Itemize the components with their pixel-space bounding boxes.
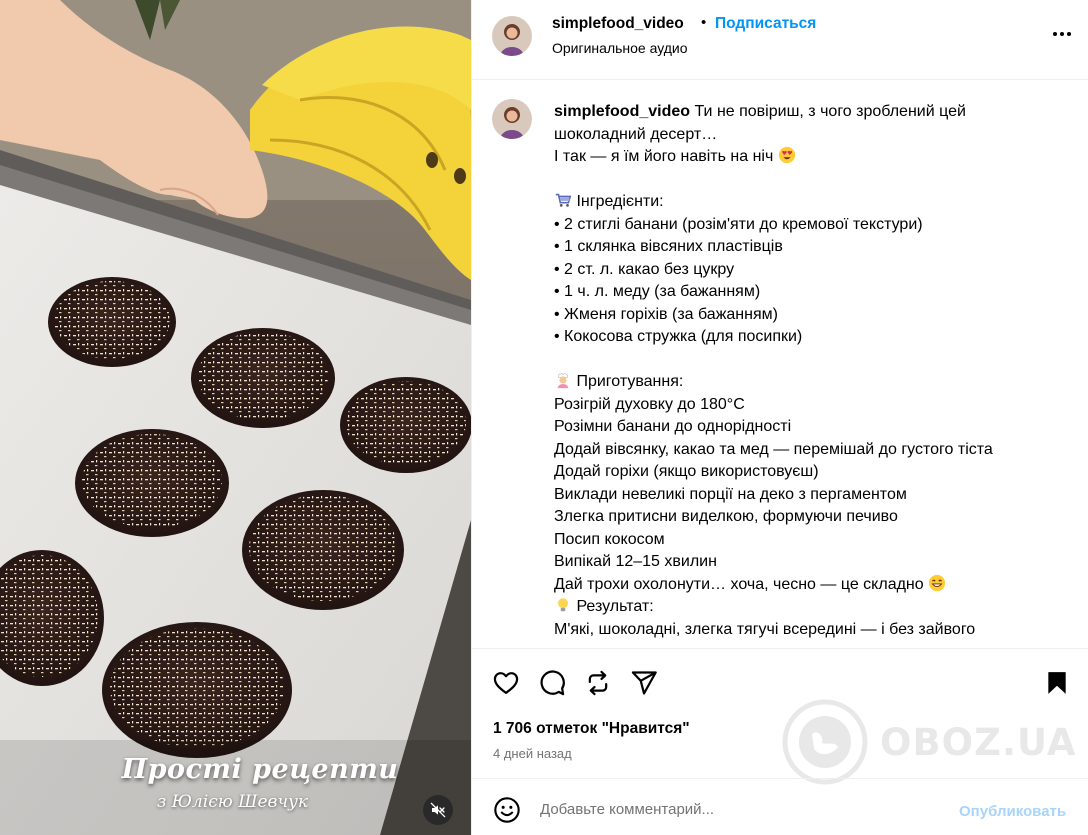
emoji-button[interactable] (493, 796, 521, 824)
post-header: simplefood_video • Подписаться Оригиналь… (472, 0, 1088, 80)
more-options-button[interactable] (1047, 22, 1077, 46)
caption-line: • Кокосова стружка (для посипки) (554, 328, 803, 345)
caption-line: simplefood_video Ти не повіриш, з чого з… (554, 103, 966, 120)
caption-line: Злегка притисни виделкою, формуючи печив… (554, 508, 898, 525)
separator-dot: • (701, 14, 707, 31)
comment-input[interactable] (540, 797, 940, 821)
caption-area: simplefood_video Ти не повіриш, з чого з… (472, 81, 1088, 648)
caption-line: шоколадний десерт… (554, 125, 718, 143)
reel-video[interactable]: Прості рецепти з Юлією Шевчук (0, 0, 471, 835)
caption-line: • 1 склянка вівсяних пластівців (554, 238, 783, 255)
caption-line: Розімни банани до однорідності (554, 418, 792, 435)
video-overlay-title: Прості рецепти (121, 754, 399, 785)
cookie-1 (48, 277, 176, 367)
caption-line: Випікай 12–15 хвилин (554, 553, 717, 570)
caption-line: Виклади невеликі порції на деко з пергам… (554, 485, 907, 503)
shopping-cart-icon (555, 193, 572, 207)
post-actions: 1 706 отметок "Нравится" 4 дней назад OB… (472, 648, 1088, 785)
video-frame (0, 0, 471, 835)
caption-line: Додай горіхи (якщо використовуєш) (554, 463, 819, 480)
bookmark-icon (1048, 672, 1066, 694)
caption-line: Додай вівсянку, какао та мед — перемішай… (554, 440, 993, 458)
caption-line: І так — я їм його навіть на ніч (554, 146, 1074, 169)
grinning-emoji-icon (929, 574, 946, 591)
caption-username[interactable]: simplefood_video (554, 103, 690, 120)
post-side-panel: simplefood_video • Подписаться Оригиналь… (471, 0, 1088, 835)
comment-bar: Опубликовать (472, 778, 1088, 835)
like-button[interactable] (490, 667, 522, 699)
caption-line: Розігрій духовку до 180°C (554, 395, 745, 413)
more-icon (1053, 32, 1057, 36)
follow-button[interactable]: Подписаться (715, 15, 816, 33)
caption-line: • 2 стиглі банани (розім'яти до кремової… (554, 215, 923, 233)
oboz-watermark: OBOZ.UA (782, 699, 1077, 785)
caption-text: simplefood_video Ти не повіриш, з чого з… (554, 101, 1074, 641)
globe-logo-icon (782, 699, 868, 785)
save-button[interactable] (1041, 667, 1073, 699)
post-username[interactable]: simplefood_video (552, 15, 684, 33)
caption-line (554, 169, 1074, 192)
comment-button[interactable] (536, 667, 568, 699)
oboz-watermark-text: OBOZ.UA (880, 720, 1077, 764)
caption-avatar[interactable] (492, 99, 532, 139)
mute-button[interactable] (423, 795, 453, 825)
caption-line: Інгредієнти: (554, 191, 1074, 214)
audio-link[interactable]: Оригинальное аудио (552, 40, 688, 56)
caption-line: Приготування: (554, 371, 1074, 394)
share-button[interactable] (628, 667, 660, 699)
light-bulb-icon (558, 598, 568, 612)
caption-line: М'які, шоколадні, злегка тягучі всередин… (554, 620, 976, 638)
caption-line: Результат: (554, 596, 1074, 619)
avatar[interactable] (492, 16, 532, 56)
caption-line: • Жменя горіхів (за бажанням) (554, 305, 778, 323)
caption-line: • 1 ч. л. меду (за бажанням) (554, 283, 761, 300)
share-icon (631, 671, 657, 695)
caption-line: • 2 ст. л. какао без цукру (554, 260, 735, 278)
caption-line: Посип кокосом (554, 530, 665, 548)
publish-button[interactable]: Опубликовать (959, 803, 1066, 820)
video-overlay-subtitle: з Юлією Шевчук (156, 792, 309, 812)
heart-icon (493, 672, 519, 695)
muted-speaker-icon (430, 802, 446, 818)
caption-line (554, 349, 1074, 372)
heart-eyes-emoji-icon (778, 146, 795, 164)
repost-button[interactable] (582, 667, 614, 699)
cook-emoji-icon (557, 373, 569, 389)
smiley-icon (494, 797, 520, 823)
instagram-post-view: Прості рецепти з Юлією Шевчук simplefood… (0, 0, 1088, 835)
comment-icon (540, 670, 565, 696)
likes-count[interactable]: 1 706 отметок "Нравится" (493, 720, 690, 738)
caption-line: Дай трохи охолонути… хоча, чесно — це ск… (554, 574, 1074, 597)
repost-icon (588, 670, 608, 696)
post-time: 4 дней назад (493, 746, 572, 761)
